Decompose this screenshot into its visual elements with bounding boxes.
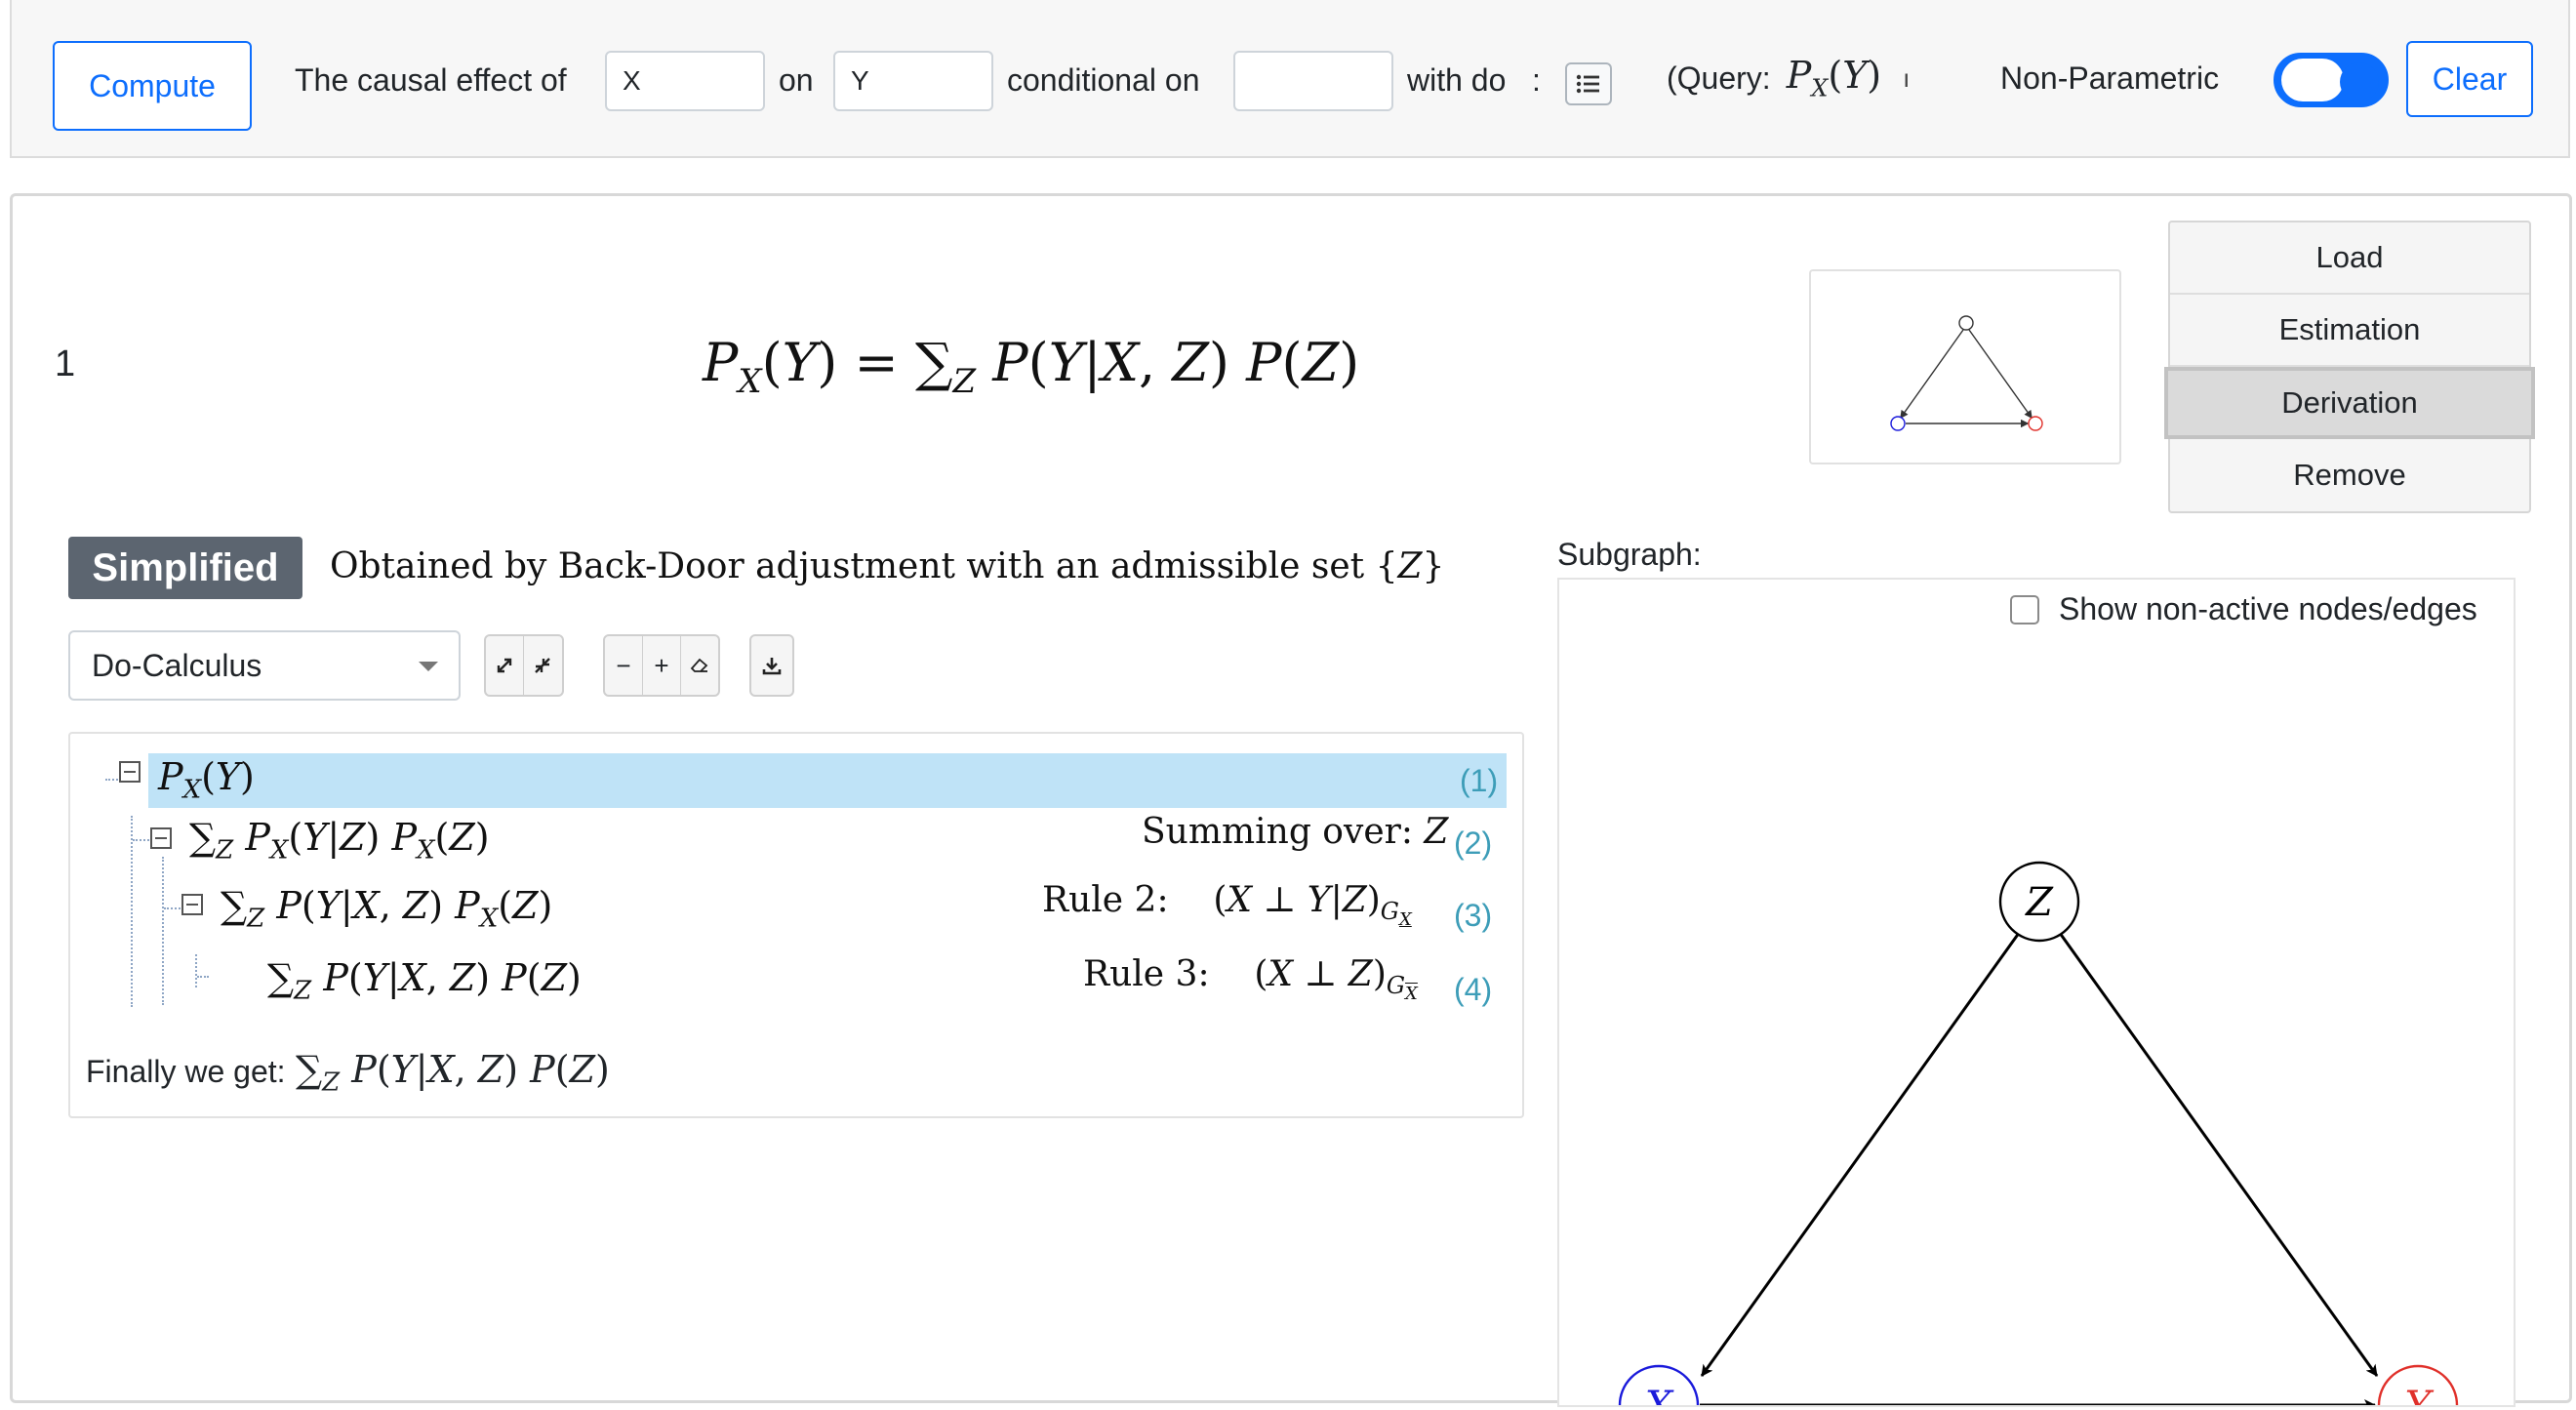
menu-derivation[interactable]: Derivation — [2164, 367, 2535, 439]
final-result: Finally we get: ∑Z P(Y|X, Z) P(Z) — [86, 1048, 610, 1098]
compute-button[interactable]: Compute — [53, 41, 252, 131]
query-display: (Query: PX(Y) ı — [1667, 49, 1910, 107]
toggle-track — [2281, 59, 2344, 101]
method-select-value: Do-Calculus — [92, 647, 262, 683]
reset-button[interactable] — [681, 636, 718, 695]
graph-thumbnail[interactable] — [1809, 269, 2121, 464]
on-label: on — [779, 62, 814, 98]
effect-variable-input[interactable]: Y — [833, 51, 993, 111]
cause-variable-input[interactable]: X — [605, 51, 765, 111]
node-z[interactable]: Z — [1998, 861, 2080, 943]
subgraph-canvas[interactable]: Z X Y — [1559, 580, 2514, 1410]
zoom-out-button[interactable]: − — [605, 636, 643, 695]
derivation-step-4[interactable]: ∑Z P(Y|X, Z) P(Z) — [267, 956, 582, 1006]
finally-label: Finally we get: — [86, 1054, 286, 1089]
zoom-in-button[interactable]: + — [643, 636, 681, 695]
svg-text:X: X — [1642, 1384, 1674, 1405]
show-nonactive-checkbox[interactable] — [2010, 595, 2039, 624]
do-list-button[interactable] — [1565, 62, 1612, 105]
download-group — [749, 634, 794, 697]
download-icon — [762, 658, 782, 675]
subgraph-panel: Z X Y — [1557, 578, 2516, 1410]
with-do-label: with do — [1407, 62, 1507, 98]
thumbnail-graph — [1890, 315, 2043, 431]
expand-icon — [497, 658, 512, 673]
method-select[interactable]: Do-Calculus — [68, 630, 461, 701]
collapse-step-1[interactable] — [119, 761, 141, 783]
result-index: 1 — [55, 343, 76, 384]
collapse-icon — [535, 658, 550, 673]
clear-button[interactable]: Clear — [2406, 41, 2533, 117]
derivation-step-3[interactable]: ∑Z P(Y|X, Z) PX(Z) — [221, 884, 552, 934]
zoom-group: − + — [603, 634, 720, 697]
conditional-input[interactable] — [1233, 51, 1393, 111]
node-x[interactable]: X — [1618, 1364, 1700, 1410]
collapse-step-2[interactable] — [150, 827, 172, 849]
tree-connector — [195, 954, 197, 987]
edge-z-y[interactable] — [2055, 928, 2379, 1377]
eraser-icon — [690, 658, 708, 672]
step-3-annotation: Rule 2: (X ⊥ Y|Z)GX — [1042, 880, 1412, 930]
with-do-colon: : — [1532, 62, 1541, 98]
download-button[interactable] — [751, 636, 792, 695]
plus-icon: + — [654, 650, 669, 680]
node-y[interactable]: Y — [2377, 1364, 2459, 1410]
adjustment-description: Obtained by Back-Door adjustment with an… — [330, 546, 1445, 586]
menu-estimation[interactable]: Estimation — [2170, 295, 2529, 367]
step-number: (4) — [1454, 972, 1493, 1007]
tree-connector — [164, 907, 183, 909]
selected-step-highlight — [148, 753, 1507, 808]
chevron-down-icon — [419, 662, 438, 671]
show-nonactive-label: Show non-active nodes/edges — [2059, 591, 2477, 626]
tree-connector — [131, 816, 133, 1007]
final-formula: ∑Z P(Y|X, Z) P(Z) — [295, 1048, 610, 1098]
menu-load[interactable]: Load — [2170, 222, 2529, 295]
query-toolbar: Compute The causal effect of X on Y cond… — [10, 0, 2570, 158]
causal-effect-label: The causal effect of — [295, 62, 567, 98]
nonparametric-toggle[interactable] — [2274, 53, 2389, 107]
result-formula: PX(Y) = ∑Z P(Y|X, Z) P(Z) — [703, 332, 1360, 401]
tree-connector — [197, 976, 209, 978]
query-prefix: (Query: — [1667, 60, 1771, 96]
tree-connector — [133, 839, 152, 841]
result-menu: Load Estimation Derivation Remove — [2164, 221, 2535, 513]
query-trailing: ı — [1903, 62, 1911, 93]
step-2-annotation: Summing over: Z — [1142, 812, 1449, 852]
minus-icon: − — [616, 650, 631, 680]
svg-text:Y: Y — [2405, 1384, 2435, 1405]
step-number: (2) — [1454, 826, 1493, 861]
derivation-panel: PX(Y) (1) ∑Z PX(Y|Z) PX(Z) Summing over:… — [68, 732, 1524, 1118]
conditional-label: conditional on — [1007, 62, 1200, 98]
edge-z-x[interactable] — [1700, 928, 2024, 1377]
list-icon — [1576, 74, 1599, 94]
nonparametric-label: Non-Parametric — [2000, 60, 2220, 96]
toggle-knob — [2340, 62, 2379, 101]
expand-collapse-group — [484, 634, 564, 697]
step-4-annotation: Rule 3: (X ⊥ Z)GX — [1083, 954, 1418, 1004]
subgraph-label: Subgraph: — [1557, 537, 1702, 572]
svg-text:Z: Z — [2024, 880, 2054, 925]
query-formula: PX(Y) — [1786, 54, 1882, 102]
derivation-step-2[interactable]: ∑Z PX(Y|Z) PX(Z) — [189, 816, 490, 866]
derivation-step-1[interactable]: PX(Y) — [158, 755, 255, 805]
collapse-all-button[interactable] — [524, 636, 561, 695]
menu-remove[interactable]: Remove — [2170, 439, 2529, 511]
tree-connector — [162, 857, 164, 1005]
expand-all-button[interactable] — [486, 636, 524, 695]
step-number: (3) — [1454, 898, 1493, 933]
simplified-badge: Simplified — [68, 537, 302, 599]
step-number: (1) — [1460, 763, 1499, 798]
collapse-step-3[interactable] — [181, 894, 203, 915]
